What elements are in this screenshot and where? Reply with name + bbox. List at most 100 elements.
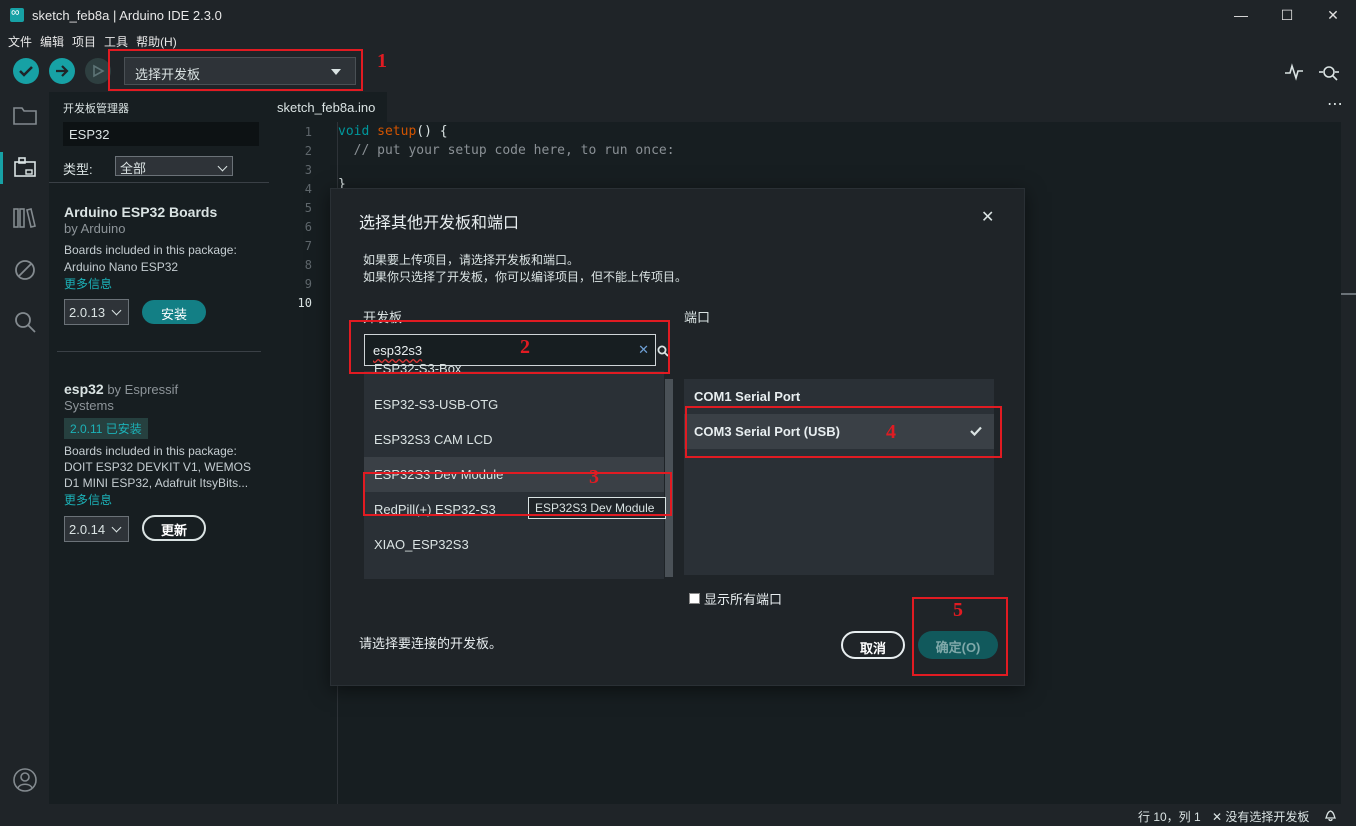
serial-plotter-button[interactable] <box>1284 62 1304 82</box>
sketchbook-folder-icon[interactable] <box>12 104 38 130</box>
package-heading: esp32 by Espressif <box>64 381 178 397</box>
package-author-line2: Systems <box>64 398 114 413</box>
annotation-number: 5 <box>953 599 963 621</box>
menu-help[interactable]: 帮助(H) <box>134 30 183 50</box>
title-bar: sketch_feb8a | Arduino IDE 2.3.0 — ☐ ✕ <box>0 0 1356 30</box>
package-author: by Espressif <box>107 382 179 397</box>
editor-scrollbar[interactable] <box>1341 122 1356 804</box>
type-filter-value: 全部 <box>120 161 147 176</box>
annotation-number: 1 <box>377 50 387 72</box>
divider <box>57 351 261 352</box>
active-indicator <box>0 152 3 184</box>
annotation-box-1 <box>108 49 363 91</box>
annotation-box-4 <box>685 406 1002 458</box>
menu-edit[interactable]: 编辑 <box>38 30 70 50</box>
status-board-text: 没有选择开发板 <box>1225 810 1310 824</box>
type-label: 类型: <box>63 162 93 177</box>
tab-sketch[interactable]: sketch_feb8a.ino <box>269 92 387 122</box>
code-comment: // put your setup code here, to run once… <box>338 143 675 158</box>
account-icon[interactable] <box>12 767 38 793</box>
install-button[interactable]: 安装 <box>142 300 206 324</box>
close-window-button[interactable]: ✕ <box>1310 0 1356 30</box>
annotation-number: 3 <box>589 466 599 488</box>
show-all-ports-label: 显示所有端口 <box>704 592 783 607</box>
annotation-number: 4 <box>886 421 896 443</box>
dialog-info-line1: 如果要上传项目，请选择开发板和端口。 <box>363 253 580 267</box>
board-list-item[interactable]: XIAO_ESP32S3 <box>364 527 664 562</box>
panel-header: 开发板管理器 <box>63 103 129 115</box>
boards-search-input[interactable] <box>63 122 259 146</box>
version-value: 2.0.14 <box>69 522 106 537</box>
verify-button[interactable] <box>13 58 39 84</box>
cancel-button[interactable]: 取消 <box>841 631 905 659</box>
code-punct: () { <box>416 124 448 139</box>
update-button[interactable]: 更新 <box>142 515 206 541</box>
version-value: 2.0.13 <box>69 305 106 320</box>
status-board: ✕ 没有选择开发板 <box>1212 810 1310 824</box>
more-info-link[interactable]: 更多信息 <box>64 491 112 508</box>
menu-tools[interactable]: 工具 <box>102 30 134 50</box>
library-manager-icon[interactable] <box>12 206 38 232</box>
minimize-button[interactable]: — <box>1218 0 1264 30</box>
bell-icon[interactable] <box>1324 808 1337 822</box>
chevron-down-icon <box>111 305 122 316</box>
ports-column-header: 端口 <box>684 310 711 325</box>
annotation-box-3 <box>363 472 672 516</box>
line-number: 5 <box>304 201 312 215</box>
close-icon[interactable]: ✕ <box>981 207 994 227</box>
divider <box>49 182 269 183</box>
package-title: Arduino ESP32 Boards <box>64 204 218 220</box>
code-line-1: void setup() { <box>338 124 448 139</box>
serial-monitor-icon <box>1319 66 1339 81</box>
package-author: by Arduino <box>64 221 126 236</box>
line-number: 2 <box>304 144 312 158</box>
dialog-info-line2: 如果你只选择了开发板，你可以编译项目，但不能上传项目。 <box>363 270 688 284</box>
line-number: 7 <box>304 239 312 253</box>
cursor-position: 行 10，列 1 <box>1138 810 1201 824</box>
editor-tab-bar: ⋯ <box>269 92 1356 122</box>
menu-bar: 文件 编辑 项目 工具 帮助(H) <box>0 30 1356 50</box>
arduino-app-icon <box>10 5 24 22</box>
package-title: esp32 <box>64 381 104 397</box>
more-info-link[interactable]: 更多信息 <box>64 275 112 292</box>
annotation-box-2 <box>349 320 670 374</box>
line-number: 1 <box>304 125 312 139</box>
annotation-number: 2 <box>520 336 530 358</box>
boards-manager-panel: 开发板管理器 类型: 全部 Arduino ESP32 Boards by Ar… <box>49 92 269 804</box>
more-actions-icon[interactable]: ⋯ <box>1327 94 1343 114</box>
line-number: 8 <box>304 258 312 272</box>
chevron-down-icon <box>111 522 122 533</box>
line-number: 4 <box>304 182 312 196</box>
package-desc-label: Boards included in this package: <box>64 444 237 458</box>
window-title: sketch_feb8a | Arduino IDE 2.3.0 <box>32 8 222 23</box>
board-list-item[interactable]: ESP32-S3-USB-OTG <box>364 387 664 422</box>
serial-monitor-button[interactable] <box>1318 62 1340 82</box>
package-desc-line1: DOIT ESP32 DEVKIT V1, WEMOS <box>64 460 251 474</box>
debug-panel-icon[interactable] <box>12 258 38 284</box>
search-icon[interactable] <box>12 310 38 336</box>
maximize-button[interactable]: ☐ <box>1264 0 1310 30</box>
arrow-right-icon <box>56 65 69 77</box>
type-filter-select[interactable]: 全部 <box>115 156 233 176</box>
package-desc-line2: D1 MINI ESP32, Adafruit ItsyBits... <box>64 476 249 490</box>
version-select[interactable]: 2.0.13 <box>64 299 129 325</box>
dialog-footer-text: 请选择要连接的开发板。 <box>359 636 503 651</box>
menu-sketch[interactable]: 项目 <box>70 30 102 50</box>
board-list-item[interactable]: ESP32S3 CAM LCD <box>364 422 664 457</box>
line-number: 10 <box>297 296 312 310</box>
menu-file[interactable]: 文件 <box>6 30 38 50</box>
line-number: 6 <box>304 220 312 234</box>
line-number: 3 <box>304 163 312 177</box>
scrollbar-marker <box>1341 293 1356 295</box>
check-icon <box>19 66 33 77</box>
installed-badge: 2.0.11 已安装 <box>64 418 148 439</box>
upload-button[interactable] <box>49 58 75 84</box>
code-function: setup <box>377 124 417 139</box>
version-select[interactable]: 2.0.14 <box>64 516 129 542</box>
chevron-down-icon <box>217 161 228 172</box>
show-all-ports-checkbox[interactable]: 显示所有端口 <box>689 589 782 608</box>
boards-manager-icon[interactable] <box>12 156 38 182</box>
code-keyword: void <box>338 124 370 139</box>
status-bar: 行 10，列 1 ✕ 没有选择开发板 <box>0 804 1356 826</box>
line-number: 9 <box>304 277 312 291</box>
